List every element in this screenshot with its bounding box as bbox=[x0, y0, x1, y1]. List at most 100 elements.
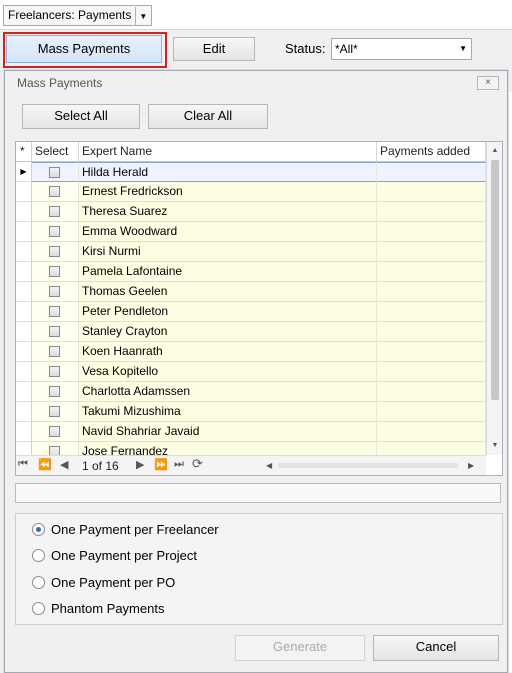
radio-icon[interactable] bbox=[32, 602, 45, 615]
payments-added-cell[interactable] bbox=[377, 322, 486, 342]
checkbox-icon[interactable] bbox=[49, 306, 60, 317]
checkbox-icon[interactable] bbox=[49, 167, 60, 178]
scroll-down-icon[interactable]: ▼ bbox=[487, 439, 502, 453]
table-row[interactable]: Kirsi Nurmi bbox=[16, 242, 486, 262]
payments-added-cell[interactable] bbox=[377, 302, 486, 322]
generate-button[interactable]: Generate bbox=[235, 635, 365, 661]
expert-name-cell[interactable]: Emma Woodward bbox=[79, 222, 377, 242]
select-cell[interactable] bbox=[32, 182, 79, 202]
horizontal-scroll-track[interactable] bbox=[278, 463, 458, 468]
radio-icon[interactable] bbox=[32, 549, 45, 562]
checkbox-icon[interactable] bbox=[49, 406, 60, 417]
table-row[interactable]: Koen Haanrath bbox=[16, 342, 486, 362]
option-per-project[interactable]: One Payment per Project bbox=[32, 548, 197, 563]
checkbox-icon[interactable] bbox=[49, 186, 60, 197]
radio-icon[interactable] bbox=[32, 523, 45, 536]
close-button[interactable]: × bbox=[477, 76, 499, 90]
select-cell[interactable] bbox=[32, 322, 79, 342]
select-cell[interactable] bbox=[32, 162, 79, 182]
table-row[interactable]: Takumi Mizushima bbox=[16, 402, 486, 422]
checkbox-icon[interactable] bbox=[49, 246, 60, 257]
prev-page-icon[interactable]: ⏪ bbox=[38, 458, 52, 471]
payments-added-cell[interactable] bbox=[377, 342, 486, 362]
option-per-freelancer[interactable]: One Payment per Freelancer bbox=[32, 522, 219, 537]
prev-record-icon[interactable]: ◀ bbox=[60, 458, 68, 471]
cancel-button[interactable]: Cancel bbox=[373, 635, 499, 661]
checkbox-icon[interactable] bbox=[49, 426, 60, 437]
header-payments-added[interactable]: Payments added bbox=[377, 142, 486, 162]
select-cell[interactable] bbox=[32, 222, 79, 242]
payments-added-cell[interactable] bbox=[377, 422, 486, 442]
scroll-left-icon[interactable]: ◀ bbox=[266, 461, 272, 470]
checkbox-icon[interactable] bbox=[49, 266, 60, 277]
scroll-thumb[interactable] bbox=[491, 160, 499, 400]
checkbox-icon[interactable] bbox=[49, 366, 60, 377]
view-selector[interactable]: Freelancers: Payments ▼ bbox=[3, 5, 153, 26]
select-cell[interactable] bbox=[32, 362, 79, 382]
expert-name-cell[interactable]: Koen Haanrath bbox=[79, 342, 377, 362]
table-row[interactable]: Peter Pendleton bbox=[16, 302, 486, 322]
checkbox-icon[interactable] bbox=[49, 226, 60, 237]
select-cell[interactable] bbox=[32, 402, 79, 422]
payments-added-cell[interactable] bbox=[377, 162, 486, 182]
select-cell[interactable] bbox=[32, 202, 79, 222]
expert-name-cell[interactable]: Hilda Herald bbox=[79, 162, 377, 182]
checkbox-icon[interactable] bbox=[49, 286, 60, 297]
table-row[interactable]: Theresa Suarez bbox=[16, 202, 486, 222]
payments-added-cell[interactable] bbox=[377, 402, 486, 422]
payments-added-cell[interactable] bbox=[377, 182, 486, 202]
checkbox-icon[interactable] bbox=[49, 346, 60, 357]
select-all-button[interactable]: Select All bbox=[22, 104, 140, 129]
expert-name-cell[interactable]: Theresa Suarez bbox=[79, 202, 377, 222]
table-row[interactable]: Vesa Kopitello bbox=[16, 362, 486, 382]
next-page-icon[interactable]: ⏩ bbox=[154, 458, 168, 471]
header-select[interactable]: Select bbox=[32, 142, 79, 162]
checkbox-icon[interactable] bbox=[49, 386, 60, 397]
scroll-up-icon[interactable]: ▲ bbox=[487, 144, 502, 158]
expert-name-cell[interactable]: Navid Shahriar Javaid bbox=[79, 422, 377, 442]
table-row[interactable]: Emma Woodward bbox=[16, 222, 486, 242]
checkbox-icon[interactable] bbox=[49, 206, 60, 217]
payments-added-cell[interactable] bbox=[377, 382, 486, 402]
expert-name-cell[interactable]: Kirsi Nurmi bbox=[79, 242, 377, 262]
select-cell[interactable] bbox=[32, 422, 79, 442]
first-page-icon[interactable]: ⏮ bbox=[18, 458, 28, 471]
table-row[interactable]: ▶ Hilda Herald bbox=[16, 162, 486, 182]
next-record-icon[interactable]: ▶ bbox=[136, 458, 144, 471]
payments-added-cell[interactable] bbox=[377, 282, 486, 302]
expert-name-cell[interactable]: Charlotta Adamssen bbox=[79, 382, 377, 402]
payments-added-cell[interactable] bbox=[377, 202, 486, 222]
checkbox-icon[interactable] bbox=[49, 326, 60, 337]
payments-added-cell[interactable] bbox=[377, 242, 486, 262]
select-cell[interactable] bbox=[32, 382, 79, 402]
status-select[interactable]: *All* ▼ bbox=[331, 38, 472, 60]
expert-name-cell[interactable]: Takumi Mizushima bbox=[79, 402, 377, 422]
scroll-right-icon[interactable]: ▶ bbox=[468, 461, 474, 470]
payments-added-cell[interactable] bbox=[377, 362, 486, 382]
expert-name-cell[interactable]: Stanley Crayton bbox=[79, 322, 377, 342]
table-row[interactable]: Pamela Lafontaine bbox=[16, 262, 486, 282]
refresh-icon[interactable]: ⟳ bbox=[192, 456, 203, 472]
header-expert-name[interactable]: Expert Name bbox=[79, 142, 377, 162]
select-cell[interactable] bbox=[32, 342, 79, 362]
select-cell[interactable] bbox=[32, 302, 79, 322]
expert-name-cell[interactable]: Vesa Kopitello bbox=[79, 362, 377, 382]
expert-name-cell[interactable]: Peter Pendleton bbox=[79, 302, 377, 322]
clear-all-button[interactable]: Clear All bbox=[148, 104, 268, 129]
table-row[interactable]: Stanley Crayton bbox=[16, 322, 486, 342]
expert-name-cell[interactable]: Pamela Lafontaine bbox=[79, 262, 377, 282]
table-row[interactable]: Thomas Geelen bbox=[16, 282, 486, 302]
edit-button[interactable]: Edit bbox=[173, 37, 255, 61]
table-row[interactable]: Ernest Fredrickson bbox=[16, 182, 486, 202]
payments-added-cell[interactable] bbox=[377, 262, 486, 282]
option-phantom-payments[interactable]: Phantom Payments bbox=[32, 601, 164, 616]
select-cell[interactable] bbox=[32, 242, 79, 262]
payments-added-cell[interactable] bbox=[377, 222, 486, 242]
table-row[interactable]: Navid Shahriar Javaid bbox=[16, 422, 486, 442]
expert-name-cell[interactable]: Thomas Geelen bbox=[79, 282, 377, 302]
select-cell[interactable] bbox=[32, 262, 79, 282]
vertical-scrollbar[interactable]: ▲ ▼ bbox=[486, 142, 502, 455]
radio-icon[interactable] bbox=[32, 576, 45, 589]
option-per-po[interactable]: One Payment per PO bbox=[32, 575, 175, 590]
last-page-icon[interactable]: ⏭ bbox=[174, 458, 184, 471]
